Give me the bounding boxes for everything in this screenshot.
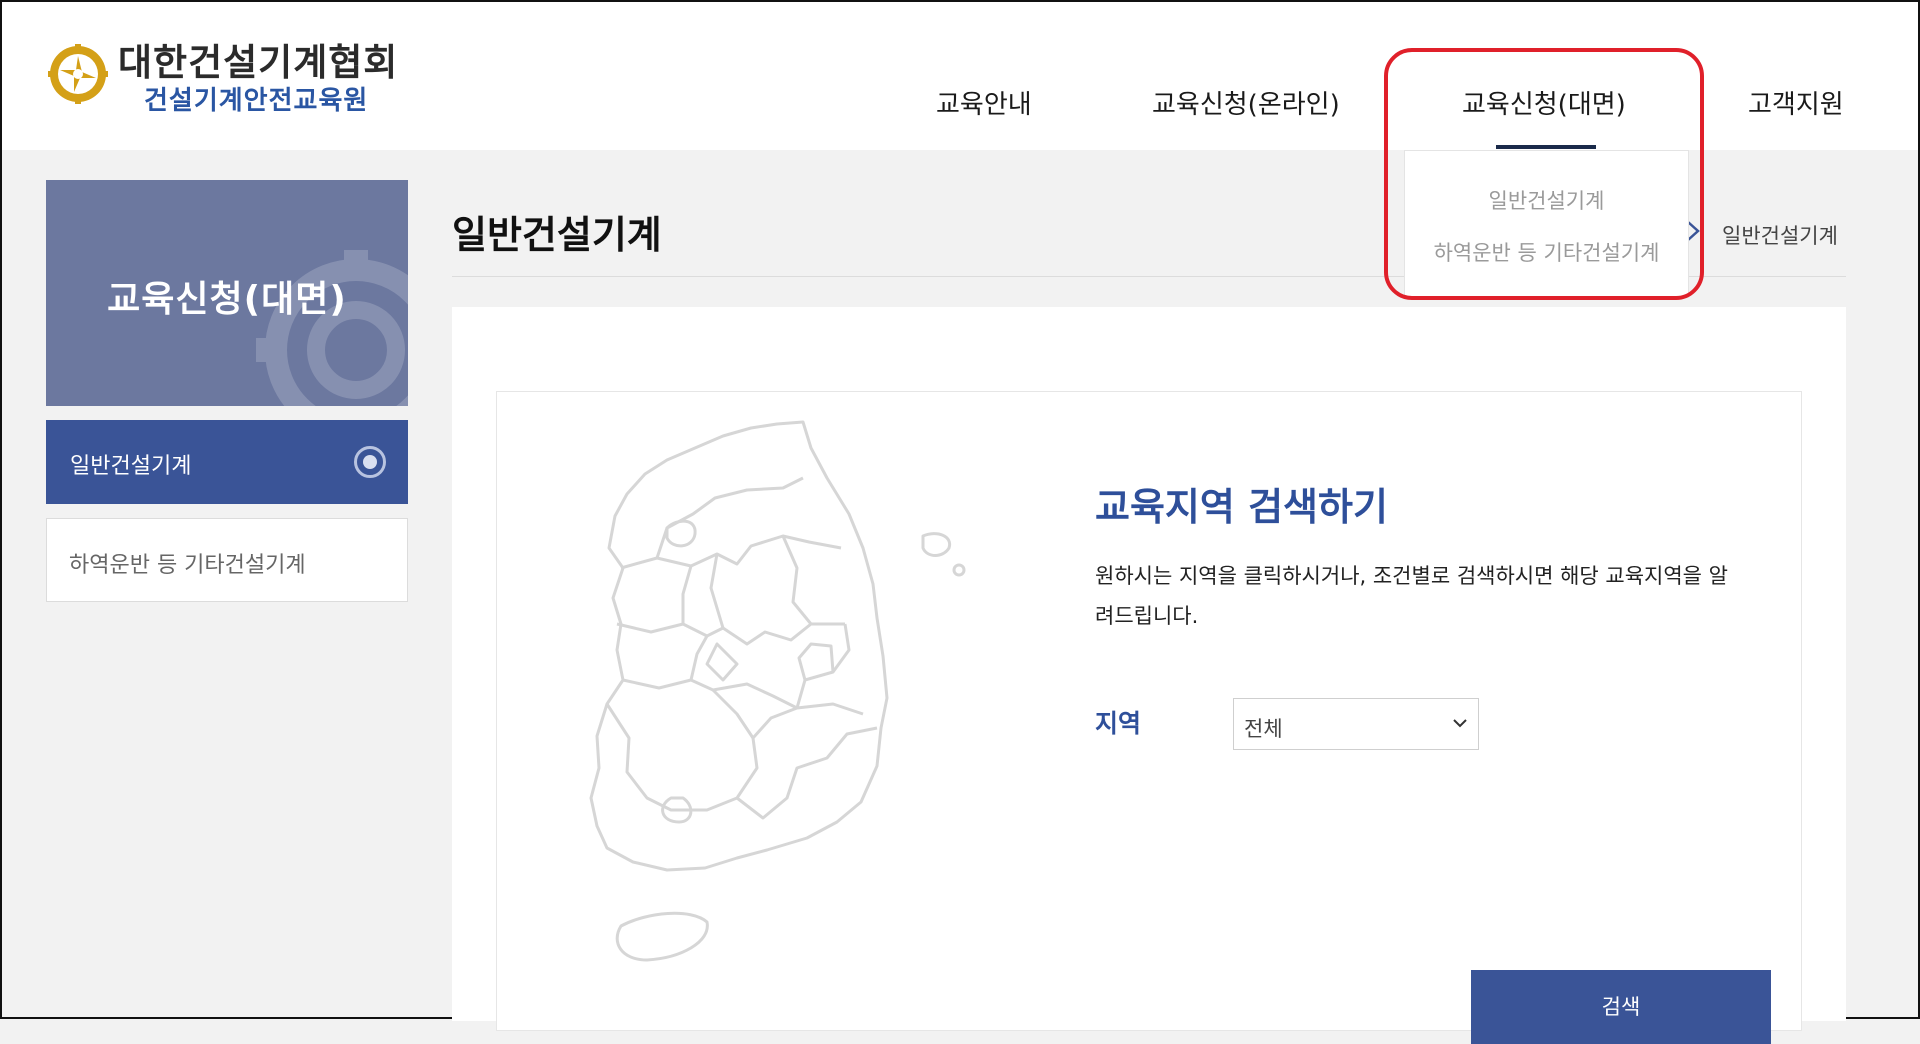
- logo-emblem-icon: [48, 44, 108, 104]
- nav-apply-online[interactable]: 교육신청(온라인): [1152, 84, 1340, 121]
- sidebar-item-general[interactable]: 일반건설기계: [46, 420, 408, 504]
- sidebar-hero: 교육신청(대면): [46, 180, 408, 406]
- nav-apply-offline[interactable]: 교육신청(대면): [1462, 84, 1626, 121]
- nav-active-indicator: [1496, 145, 1596, 149]
- region-select[interactable]: 전체: [1233, 698, 1479, 750]
- radio-selected-icon: [354, 446, 386, 478]
- sidebar-hero-title: 교육신청(대면): [107, 279, 347, 320]
- logo-main-text: 대한건설기계협회: [118, 41, 399, 84]
- sidebar-item-label: 일반건설기계: [70, 454, 192, 479]
- region-label: 지역: [1095, 709, 1142, 738]
- search-description: 원하시는 지역을 클릭하시거나, 조건별로 검색하시면 해당 교육지역을 알려드…: [1095, 564, 1728, 628]
- region-select-value: 전체: [1244, 717, 1283, 741]
- search-button[interactable]: 검색: [1471, 970, 1771, 1044]
- korea-map-icon[interactable]: [587, 418, 967, 1008]
- main-content: 교육지역 검색하기 원하시는 지역을 클릭하시거나, 조건별로 검색하시면 해당…: [452, 307, 1846, 1044]
- region-search-panel: 교육지역 검색하기 원하시는 지역을 클릭하시거나, 조건별로 검색하시면 해당…: [496, 391, 1802, 1044]
- dropdown-item-other[interactable]: 하역운반 등 기타건설기계: [1405, 237, 1688, 267]
- search-title: 교육지역 검색하기: [1095, 485, 1388, 529]
- nav-dropdown-menu: 일반건설기계 하역운반 등 기타건설기계: [1404, 150, 1689, 298]
- dropdown-item-general[interactable]: 일반건설기계: [1405, 185, 1688, 215]
- nav-customer-support[interactable]: 고객지원: [1748, 84, 1844, 121]
- page-title: 일반건설기계: [452, 213, 662, 257]
- chevron-down-icon: [1453, 719, 1467, 728]
- logo-sub-text: 건설기계안전교육원: [144, 86, 369, 116]
- nav-edu-info[interactable]: 교육안내: [936, 84, 1032, 121]
- sidebar-item-label: 하역운반 등 기타건설기계: [69, 553, 306, 578]
- breadcrumb-current[interactable]: 일반건설기계: [1722, 220, 1838, 250]
- sidebar-item-other[interactable]: 하역운반 등 기타건설기계: [46, 518, 408, 602]
- site-header: 대한건설기계협회 건설기계안전교육원 교육안내 교육신청(온라인) 교육신청(대…: [2, 2, 1918, 150]
